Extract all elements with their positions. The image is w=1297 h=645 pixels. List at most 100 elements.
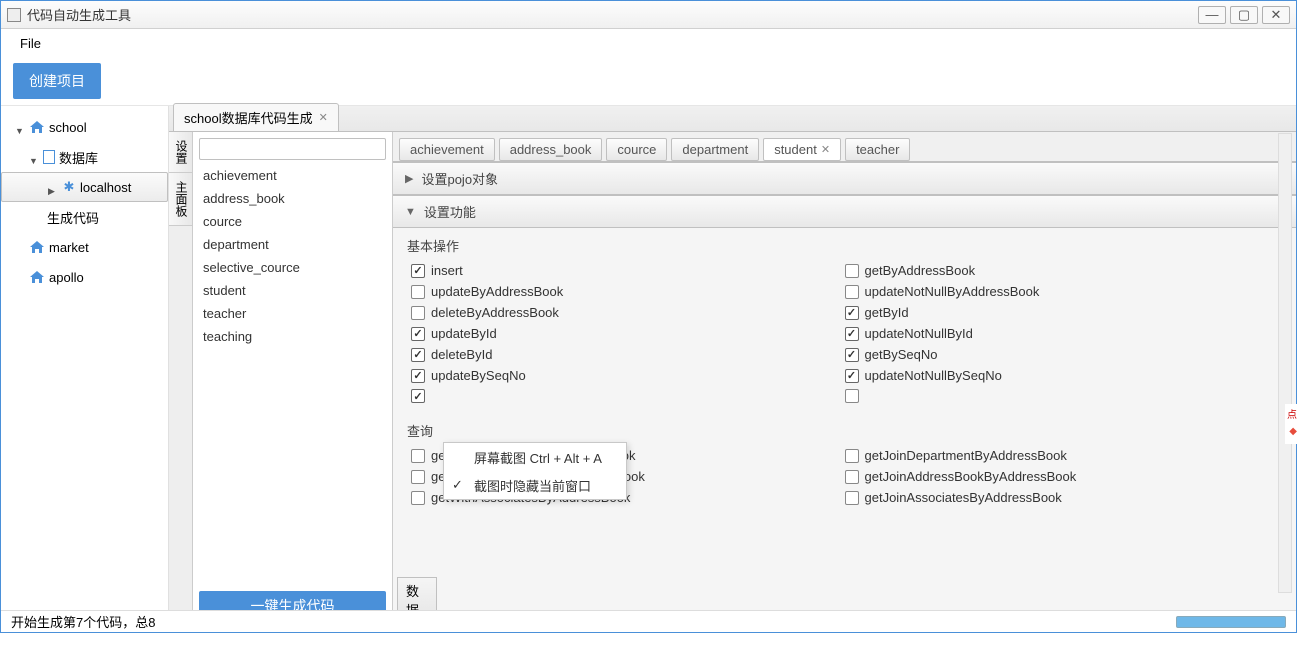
content-area: school数据库代码生成 ✕ 设置 主面板 achievementaddres…: [169, 106, 1296, 627]
vtab-main-panel[interactable]: 主面板: [169, 173, 192, 226]
table-item-selective_cource[interactable]: selective_cource: [193, 258, 392, 281]
op-label: getJoinAssociatesByAddressBook: [865, 490, 1062, 505]
title-bar: 代码自动生成工具 — ▢ ✕: [1, 1, 1296, 29]
tab-department[interactable]: department: [671, 138, 759, 161]
tab-cource[interactable]: cource: [606, 138, 667, 161]
op-item: deleteByAddressBook: [411, 305, 845, 320]
op-label: updateByAddressBook: [431, 284, 563, 299]
tree-item-数据库[interactable]: 数据库: [1, 142, 168, 172]
checkbox[interactable]: [411, 369, 425, 383]
op-label: getJoinAddressBookByAddressBook: [865, 469, 1077, 484]
op-item: getByAddressBook: [845, 263, 1279, 278]
close-icon[interactable]: ✕: [821, 143, 830, 156]
op-item: getJoinAssociatesByAddressBook: [845, 490, 1279, 505]
checkbox[interactable]: [845, 264, 859, 278]
doc-tab-label: school数据库代码生成: [184, 108, 313, 127]
tab-label: cource: [617, 142, 656, 157]
tab-achievement[interactable]: achievement: [399, 138, 495, 161]
file-menu[interactable]: File: [11, 33, 50, 54]
tree-item-localhost[interactable]: ✱localhost: [1, 172, 168, 202]
tree-item-market[interactable]: market: [1, 232, 168, 262]
checkbox[interactable]: [411, 470, 425, 484]
table-item-address_book[interactable]: address_book: [193, 189, 392, 212]
op-item: deleteById: [411, 347, 845, 362]
window-title: 代码自动生成工具: [27, 5, 1198, 24]
checkbox[interactable]: [411, 285, 425, 299]
tab-label: address_book: [510, 142, 592, 157]
chevron-right-icon: ▶: [405, 172, 413, 185]
close-button[interactable]: ✕: [1262, 6, 1290, 24]
checkbox[interactable]: [411, 327, 425, 341]
op-item: updateByAddressBook: [411, 284, 845, 299]
table-item-department[interactable]: department: [193, 235, 392, 258]
checkbox[interactable]: [845, 369, 859, 383]
checkbox[interactable]: [845, 491, 859, 505]
maximize-button[interactable]: ▢: [1230, 6, 1258, 24]
op-item: insert: [411, 263, 845, 278]
checkbox[interactable]: [411, 264, 425, 278]
checkbox[interactable]: [845, 449, 859, 463]
tab-student[interactable]: student✕: [763, 138, 841, 161]
checkbox[interactable]: [845, 389, 859, 403]
context-menu: 屏幕截图 Ctrl + Alt + A ✓ 截图时隐藏当前窗口: [443, 442, 627, 500]
bluetooth-icon: ✱: [62, 180, 76, 194]
op-item: updateBySeqNo: [411, 368, 845, 383]
tree-item-apollo[interactable]: apollo: [1, 262, 168, 292]
menu-bar: File: [1, 29, 1296, 57]
close-icon[interactable]: ✕: [319, 111, 328, 124]
basic-ops-grid: insert getByAddressBook updateByAddressBoo…: [393, 259, 1296, 413]
op-item: updateNotNullByAddressBook: [845, 284, 1279, 299]
tree-label: 生成代码: [47, 208, 99, 227]
ctx-hide-window[interactable]: ✓ 截图时隐藏当前窗口: [444, 471, 626, 499]
accordion: ▶ 设置pojo对象 ▼ 设置功能 基本操作 insertgetByAddres…: [393, 162, 1296, 577]
main-area: school数据库✱localhost 生成代码 market apollo scho…: [1, 106, 1296, 627]
vertical-scrollbar[interactable]: [1278, 133, 1292, 593]
checkbox[interactable]: [411, 306, 425, 320]
checkbox[interactable]: [845, 327, 859, 341]
ctx-label: 屏幕截图 Ctrl + Alt + A: [474, 448, 602, 467]
checkbox[interactable]: [845, 348, 859, 362]
op-item: updateById: [411, 326, 845, 341]
op-item: updateNotNullById: [845, 326, 1279, 341]
op-label: getJoinDepartmentByAddressBook: [865, 448, 1067, 463]
op-item: getById: [845, 305, 1279, 320]
tree-item-生成代码[interactable]: 生成代码: [1, 202, 168, 232]
checkbox[interactable]: [411, 389, 425, 403]
doc-tab[interactable]: school数据库代码生成 ✕: [173, 103, 339, 131]
tab-address_book[interactable]: address_book: [499, 138, 603, 161]
minimize-button[interactable]: —: [1198, 6, 1226, 24]
vertical-tabs: 设置 主面板: [169, 132, 193, 627]
pojo-title: 设置pojo对象: [421, 169, 498, 188]
checkbox[interactable]: [845, 306, 859, 320]
database-icon: [43, 150, 55, 164]
table-item-student[interactable]: student: [193, 281, 392, 304]
vtab-settings[interactable]: 设置: [169, 132, 192, 173]
op-label: insert: [431, 263, 463, 278]
tree-label: apollo: [49, 270, 84, 285]
checkbox[interactable]: [411, 491, 425, 505]
expand-icon: [48, 182, 58, 192]
checkbox[interactable]: [845, 470, 859, 484]
pojo-header[interactable]: ▶ 设置pojo对象: [393, 162, 1296, 195]
checkbox[interactable]: [411, 449, 425, 463]
tab-teacher[interactable]: teacher: [845, 138, 910, 161]
table-item-achievement[interactable]: achievement: [193, 166, 392, 189]
table-item-teaching[interactable]: teaching: [193, 327, 392, 350]
table-tabs: achievement address_book cource departments…: [393, 132, 1296, 162]
op-label: deleteByAddressBook: [431, 305, 559, 320]
project-tree: school数据库✱localhost 生成代码 market apollo: [1, 106, 169, 627]
chevron-down-icon: ▼: [405, 206, 416, 218]
table-item-teacher[interactable]: teacher: [193, 304, 392, 327]
checkbox[interactable]: [845, 285, 859, 299]
app-window: 代码自动生成工具 — ▢ ✕ File 创建项目 school数据库✱local…: [0, 0, 1297, 633]
table-item-cource[interactable]: cource: [193, 212, 392, 235]
search-input[interactable]: [199, 138, 386, 160]
check-icon: ✓: [452, 477, 463, 493]
op-item: [411, 389, 845, 403]
ctx-screenshot[interactable]: 屏幕截图 Ctrl + Alt + A: [444, 443, 626, 471]
func-header[interactable]: ▼ 设置功能: [393, 195, 1296, 228]
create-project-button[interactable]: 创建项目: [13, 63, 101, 99]
expand-icon: [15, 122, 25, 132]
tree-item-school[interactable]: school: [1, 112, 168, 142]
checkbox[interactable]: [411, 348, 425, 362]
